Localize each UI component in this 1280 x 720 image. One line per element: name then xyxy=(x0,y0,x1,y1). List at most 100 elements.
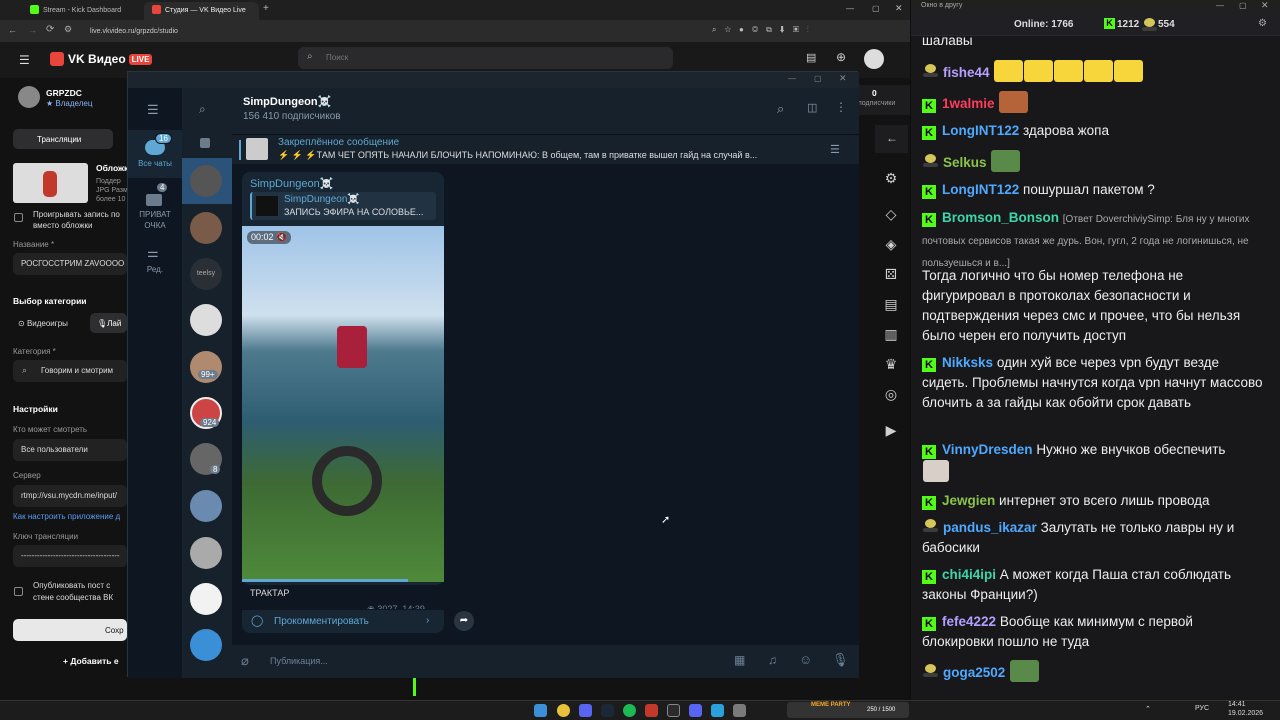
muted-icon[interactable]: 🔇 xyxy=(276,232,287,242)
video-progress[interactable] xyxy=(242,579,408,582)
category-select[interactable]: Говорим и смотрим xyxy=(13,360,127,382)
tg-search-icon[interactable]: ⌕ xyxy=(199,102,206,117)
channel-name[interactable]: SimpDungeon☠️ xyxy=(243,95,331,108)
tray-widget[interactable]: MEME PARTY 250 / 1500 xyxy=(787,702,909,718)
chat-username[interactable]: fishe44 xyxy=(943,65,990,80)
tab-vk-studio[interactable]: Студия — VK Видео Live xyxy=(144,2,259,20)
chat-settings-icon[interactable]: ⚙ xyxy=(1258,18,1267,29)
video-icon[interactable]: ▶ xyxy=(883,422,899,438)
tg-maximize-icon[interactable]: ▢ xyxy=(814,74,822,83)
chrome-icon[interactable] xyxy=(557,704,570,717)
clock-time[interactable]: 14:41 xyxy=(1228,701,1246,708)
extension-icons[interactable]: ⌕☆●◎⧉⬇▣⋮ xyxy=(712,25,817,35)
chat-username[interactable]: chi4i4ipi xyxy=(942,567,996,582)
app-icon[interactable] xyxy=(733,704,746,717)
chat-avatar[interactable] xyxy=(190,537,222,569)
chat-avatar-brand[interactable]: teelsy xyxy=(190,258,222,290)
chat-username[interactable]: 1walmie xyxy=(942,96,995,111)
sidebar-toggle-icon[interactable]: ◫ xyxy=(807,101,817,114)
chat-username[interactable]: VinnyDresden xyxy=(942,442,1033,457)
chat-avatar[interactable] xyxy=(190,629,222,661)
forward-icon[interactable]: → xyxy=(28,25,37,35)
url-field[interactable]: live.vkvideo.ru/grpzdc/studio xyxy=(90,25,730,38)
who-can-watch-select[interactable]: Все пользователи xyxy=(13,439,127,461)
channel-search-icon[interactable]: ⌕ xyxy=(777,101,784,117)
cat-games-tab[interactable]: ⊙ Видеоигры xyxy=(18,319,68,328)
comment-button[interactable]: ◯ Прокомментировать › xyxy=(242,609,444,633)
chat-avatar[interactable] xyxy=(190,212,222,244)
chat-username[interactable]: Bromson_Bonson xyxy=(942,210,1059,225)
pinned-list-icon[interactable]: ☰ xyxy=(830,143,840,156)
spotify-icon[interactable] xyxy=(623,704,636,717)
pinned-message-bar[interactable]: Закреплённое сообщение ⚡ ⚡ ⚡ТАМ ЧЕТ ОПЯТ… xyxy=(232,134,859,164)
new-tab-button[interactable]: + xyxy=(261,2,275,20)
publish-post-checkbox[interactable] xyxy=(14,587,23,596)
tg-close-icon[interactable]: ✕ xyxy=(839,73,847,84)
chat-username[interactable]: Jewgien xyxy=(942,493,995,508)
schedule-icon[interactable]: ▦ xyxy=(734,653,745,667)
chat-username[interactable]: pandus_ikazar xyxy=(943,520,1037,535)
gem-icon[interactable]: ◈ xyxy=(883,236,899,252)
more-icon[interactable]: ⋮ xyxy=(835,100,847,114)
diamond-icon[interactable]: ◇ xyxy=(883,206,899,222)
chat-username[interactable]: goga2502 xyxy=(943,665,1005,680)
post-author[interactable]: SimpDungeon☠️ xyxy=(250,177,333,190)
window-close-icon[interactable]: ✕ xyxy=(895,3,903,14)
tg-minimize-icon[interactable]: — xyxy=(788,74,796,83)
add-button[interactable]: + Добавить е xyxy=(63,656,119,666)
archive-icon[interactable] xyxy=(200,138,210,148)
tab-kick-dashboard[interactable]: Stream - Kick Dashboard xyxy=(22,2,140,20)
record-cover-checkbox[interactable] xyxy=(14,213,23,222)
attach-icon[interactable]: ⌀ xyxy=(241,653,249,669)
back-icon[interactable]: ← xyxy=(8,25,17,35)
site-info-icon[interactable]: ⚙ xyxy=(64,24,72,35)
chat-close-icon[interactable]: ✕ xyxy=(1261,0,1269,11)
server-field[interactable]: rtmp://vsu.mycdn.me/input/ xyxy=(13,485,127,507)
app-icon[interactable] xyxy=(645,704,658,717)
microphone-icon[interactable]: 🎙 xyxy=(832,652,849,668)
chat-avatar[interactable] xyxy=(190,304,222,336)
vk-search-input[interactable]: Поиск xyxy=(298,47,673,69)
chat-minimize-icon[interactable]: — xyxy=(1216,1,1224,10)
chat-maximize-icon[interactable]: ▢ xyxy=(1239,1,1247,10)
dice-icon[interactable]: ⚄ xyxy=(883,266,899,282)
vk-logo[interactable]: VK Видео LIVE xyxy=(68,52,153,66)
folder-edit[interactable]: ⚌ Ред. xyxy=(128,243,182,283)
setup-app-link[interactable]: Как настроить приложение д xyxy=(13,512,120,521)
folder-private[interactable]: 4 ПРИВАТ ОЧКА xyxy=(128,182,182,230)
stream-key-field[interactable]: ------------------------------------- xyxy=(13,545,127,567)
chat-username[interactable]: LongINT122 xyxy=(942,123,1019,138)
chat-username[interactable]: LongINT122 xyxy=(942,182,1019,197)
emoji-icon[interactable]: ☺ xyxy=(799,652,812,667)
clock-date[interactable]: 19.02.2026 xyxy=(1228,710,1263,717)
window-maximize-icon[interactable]: ▢ xyxy=(872,4,880,13)
message-input[interactable]: Публикация... xyxy=(270,656,328,666)
trophy-icon[interactable]: ♛ xyxy=(883,356,899,372)
settings-icon[interactable]: ⚙ xyxy=(883,170,899,186)
user-avatar[interactable] xyxy=(864,49,884,69)
menu-icon[interactable]: ☰ xyxy=(19,53,30,67)
lang-indicator[interactable]: РУС xyxy=(1195,705,1209,712)
chat-bubble-icon[interactable]: ◎ xyxy=(883,386,899,402)
list-icon[interactable]: ▤ xyxy=(883,296,899,312)
name-input[interactable]: РОСГОССТРИМ ZAVOOOO xyxy=(13,253,127,275)
hamburger-icon[interactable]: ☰ xyxy=(147,102,159,118)
stats-icon[interactable]: ▥ xyxy=(883,326,899,342)
steam-icon[interactable] xyxy=(601,704,614,717)
tray-arrow-icon[interactable]: ⌃ xyxy=(1145,705,1151,713)
discord-icon[interactable] xyxy=(579,704,592,717)
reply-preview[interactable]: SimpDungeon☠️ ЗАПИСЬ ЭФИРА НА СОЛОВЬЕ... xyxy=(250,192,436,220)
bell-icon[interactable]: ♫ xyxy=(768,653,777,667)
video-player[interactable]: 00:02 🔇 xyxy=(242,226,444,582)
chat-item-active[interactable] xyxy=(182,158,232,204)
folder-all-chats[interactable]: 16 Все чаты xyxy=(128,130,182,178)
chat-avatar[interactable] xyxy=(190,583,222,615)
chat-avatar[interactable] xyxy=(190,490,222,522)
add-icon[interactable]: ⊕ xyxy=(836,50,846,64)
telegram-icon[interactable] xyxy=(711,704,724,717)
windows-start-icon[interactable] xyxy=(534,704,547,717)
chat-username[interactable]: fefe4222 xyxy=(942,614,996,629)
window-minimize-icon[interactable]: — xyxy=(846,4,854,13)
forward-icon[interactable]: ➦ xyxy=(454,611,474,631)
reload-icon[interactable]: ⟳ xyxy=(46,24,54,35)
